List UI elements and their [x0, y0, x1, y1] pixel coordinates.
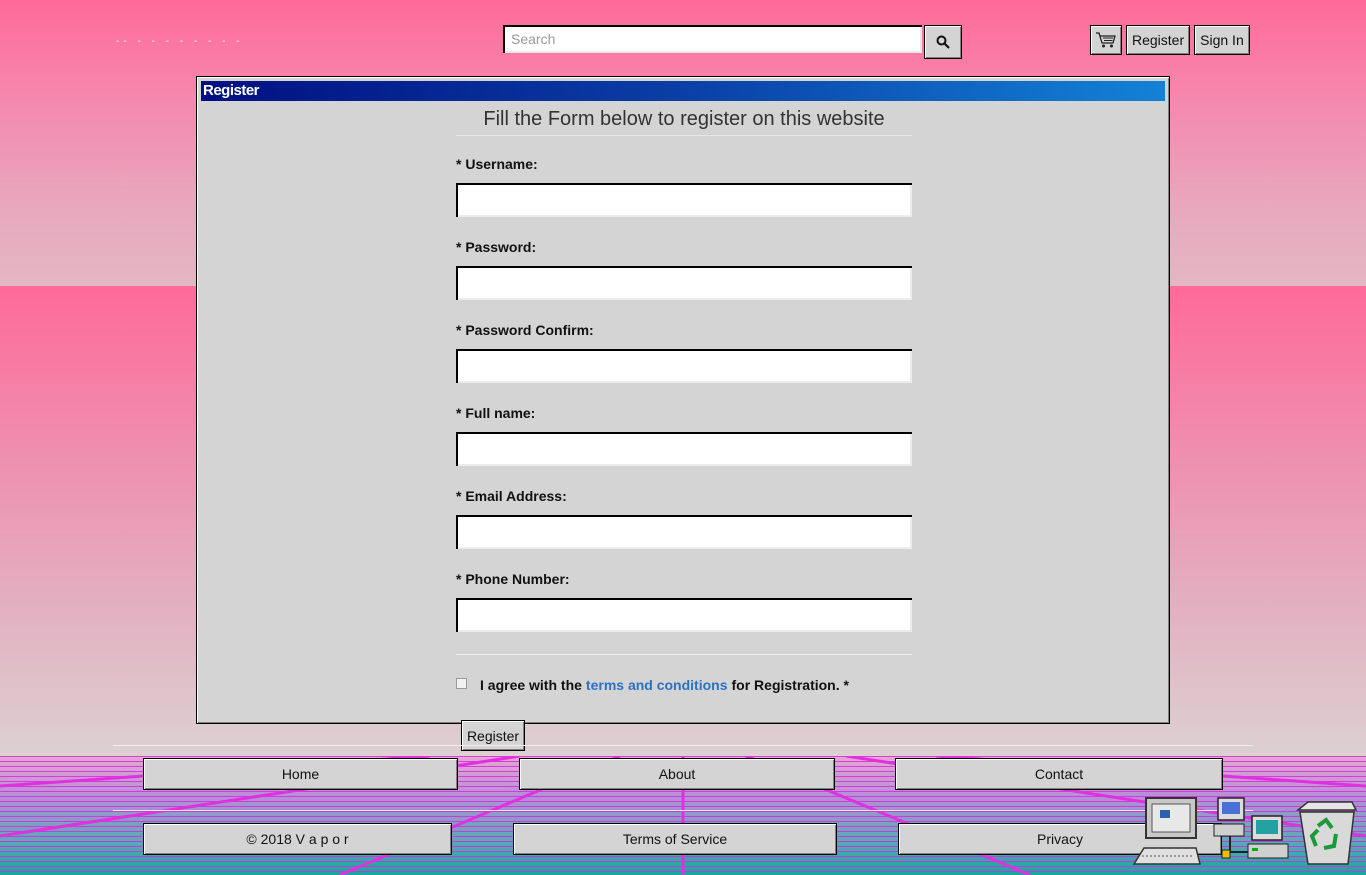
window-title: Register	[201, 81, 1165, 101]
full-name-label: * Full name:	[456, 405, 536, 421]
cart-button[interactable]	[1090, 25, 1122, 55]
my-computer-icon[interactable]	[1130, 796, 1202, 873]
search-icon	[936, 35, 950, 49]
register-form: Fill the Form below to register on this …	[456, 105, 912, 751]
terms-suffix: for Registration. *	[731, 677, 849, 693]
email-label: * Email Address:	[456, 488, 567, 504]
full-name-field[interactable]	[456, 432, 912, 466]
username-label: * Username:	[456, 156, 538, 172]
password-confirm-label: * Password Confirm:	[456, 322, 594, 338]
terms-agreement: I agree with the terms and conditions fo…	[456, 677, 912, 693]
recycle-bin-icon[interactable]	[1292, 796, 1362, 873]
footer-divider-bottom	[113, 810, 1253, 811]
network-icon[interactable]	[1212, 796, 1292, 873]
phone-label: * Phone Number:	[456, 571, 570, 587]
footer-divider-top	[113, 745, 1253, 746]
cart-icon	[1096, 32, 1116, 48]
site-logo[interactable]: -- - - - - - - - -	[116, 36, 244, 47]
account-buttons: Register Sign In	[1090, 25, 1250, 55]
search-input[interactable]	[503, 25, 922, 53]
password-label: * Password:	[456, 239, 537, 255]
footer-contact-link[interactable]: Contact	[895, 758, 1223, 790]
password-confirm-field[interactable]	[456, 349, 912, 383]
search-bar	[503, 25, 962, 59]
form-title: Fill the Form below to register on this …	[456, 105, 912, 136]
footer-about-link[interactable]: About	[519, 758, 835, 790]
footer-home-link[interactable]: Home	[143, 758, 458, 790]
terms-link[interactable]: terms and conditions	[586, 677, 728, 693]
footer-copyright: © 2018 V a p o r	[143, 823, 452, 855]
register-window: Register Fill the Form below to register…	[196, 76, 1170, 751]
register-button[interactable]: Register	[1126, 25, 1191, 55]
footer-terms-link[interactable]: Terms of Service	[513, 823, 837, 855]
sign-in-button[interactable]: Sign In	[1194, 25, 1250, 55]
terms-prefix: I agree with the	[480, 677, 582, 693]
username-field[interactable]	[456, 183, 912, 217]
submit-register-button[interactable]: Register	[461, 720, 525, 751]
search-button[interactable]	[924, 25, 962, 59]
form-divider	[456, 654, 912, 655]
terms-checkbox[interactable]	[456, 677, 467, 689]
password-field[interactable]	[456, 266, 912, 300]
phone-field[interactable]	[456, 598, 912, 632]
email-field[interactable]	[456, 515, 912, 549]
